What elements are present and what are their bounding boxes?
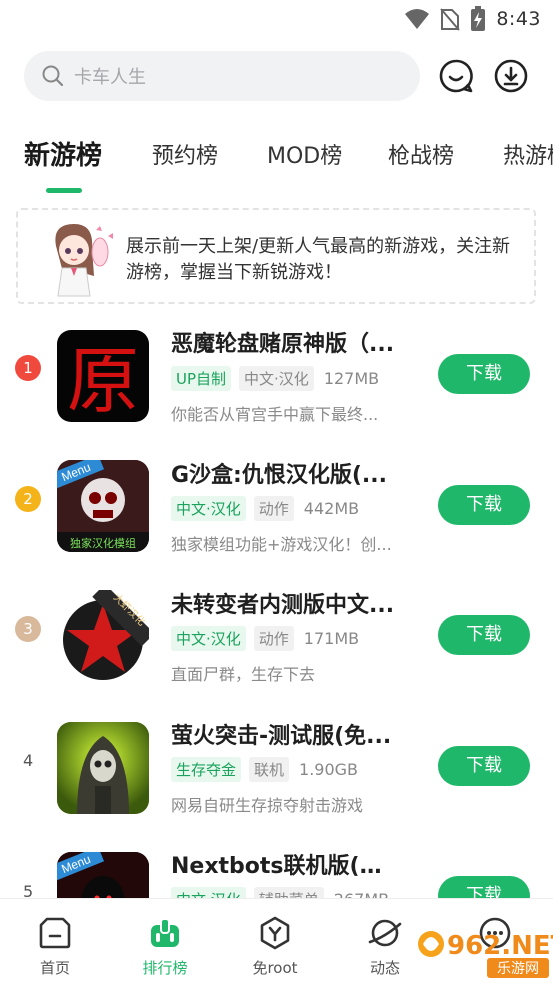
site-watermark: 962.NET 乐游网 xyxy=(418,931,553,978)
nav-no-root[interactable]: 免root xyxy=(220,899,330,984)
app-icon-art: 大虾汉化 xyxy=(63,590,149,680)
status-icons: 8:43 xyxy=(404,6,541,32)
tab-reservations[interactable]: 预约榜 xyxy=(152,138,218,170)
list-item[interactable]: 4 萤火突击-测试服(免... 生存夺金 联机 1.90GB 网易自研生存掠夺射… xyxy=(0,702,553,832)
app-icon-glyph: 原 xyxy=(67,339,139,422)
app-icon-art xyxy=(57,722,149,814)
tab-indicator xyxy=(46,188,82,193)
tag-row: 中文·汉化 动作 442MB xyxy=(171,495,359,521)
download-manager-icon[interactable] xyxy=(493,58,529,94)
app-icon-text: 独家汉化模组 xyxy=(70,536,136,550)
tab-hot-games[interactable]: 热游榜 xyxy=(503,138,553,170)
watermark-brand: 962.NET xyxy=(447,931,553,961)
status-bar: 8:43 xyxy=(0,0,553,40)
app-title[interactable]: 恶魔轮盘赌原神版（... xyxy=(171,326,403,358)
app-desc: 网易自研生存掠夺射击游戏 xyxy=(171,796,364,815)
rank-number: 4 xyxy=(23,751,34,770)
clock: 8:43 xyxy=(496,8,541,30)
download-button[interactable]: 下载 xyxy=(438,746,530,786)
tab-shooter[interactable]: 枪战榜 xyxy=(388,138,454,170)
tag-row: UP自制 中文·汉化 127MB xyxy=(171,365,379,391)
hexagon-y-icon xyxy=(260,916,290,950)
info-text: 展示前一天上架/更新人气最高的新游戏，关注新游榜，掌握当下新锐游戏！ xyxy=(126,236,511,283)
app-desc: 你能否从宵宫手中赢下最终... xyxy=(171,405,379,424)
rank-badge: 2 xyxy=(15,486,41,512)
home-icon xyxy=(39,917,71,949)
app-title[interactable]: 萤火突击-测试服(免... xyxy=(171,718,403,750)
nav-label: 免root xyxy=(252,959,298,977)
app-size: 127MB xyxy=(323,368,380,388)
battery-charging-icon xyxy=(471,6,486,31)
tag: 中文·汉化 xyxy=(239,365,314,391)
app-icon[interactable]: 原 xyxy=(57,330,149,422)
wifi-icon xyxy=(405,9,430,29)
app-icon-art: 原 xyxy=(67,339,139,422)
download-button[interactable]: 下载 xyxy=(438,354,530,394)
tag: 动作 xyxy=(253,625,294,651)
nav-label: 首页 xyxy=(39,959,70,977)
app-desc: 直面尸群，生存下去 xyxy=(171,665,316,684)
list-item[interactable]: 3 大虾汉化 未转变者内测版中文... 中文·汉化 动作 171MB 直面尸群，… xyxy=(0,572,553,702)
ranking-tabs: 新游榜 预约榜 MOD榜 枪战榜 热游榜 xyxy=(0,128,553,193)
app-size: 171MB xyxy=(303,628,360,648)
list-item[interactable]: 1 原 恶魔轮盘赌原神版（... UP自制 中文·汉化 127MB 你能否从宵宫… xyxy=(0,312,553,442)
watermark-sub: 乐游网 xyxy=(497,961,539,977)
no-sim-icon xyxy=(440,8,461,31)
search-input[interactable]: 卡车人生 xyxy=(24,51,420,101)
search-placeholder: 卡车人生 xyxy=(74,67,146,88)
planet-icon xyxy=(368,919,402,947)
nav-label: 排行榜 xyxy=(142,959,188,977)
tab-new-games[interactable]: 新游榜 xyxy=(24,135,102,172)
app-size: 442MB xyxy=(303,498,360,518)
app-icon[interactable]: 独家汉化模组 Menu xyxy=(57,460,149,552)
tag: UP自制 xyxy=(171,365,232,391)
app-size: 1.90GB xyxy=(299,759,359,779)
tag-row: 生存夺金 联机 1.90GB xyxy=(171,756,358,782)
tag: 中文·汉化 xyxy=(171,625,246,651)
message-icon[interactable] xyxy=(438,58,474,94)
tag: 中文·汉化 xyxy=(171,495,246,521)
app-title[interactable]: G沙盒:仇恨汉化版(... xyxy=(171,457,403,489)
tag: 联机 xyxy=(249,756,290,782)
app-icon[interactable]: 大虾汉化 xyxy=(57,590,149,682)
app-desc: 独家模组功能+游戏汉化！创... xyxy=(171,535,392,554)
rank-badge: 1 xyxy=(15,355,41,381)
tag: 生存夺金 xyxy=(171,756,242,782)
app-title[interactable]: Nextbots联机版(添... xyxy=(171,848,403,880)
search-icon xyxy=(42,65,64,87)
nav-home[interactable]: 首页 xyxy=(0,899,110,984)
app-title[interactable]: 未转变者内测版中文... xyxy=(171,587,403,619)
rank-badge: 3 xyxy=(15,616,41,642)
mascot-illustration xyxy=(55,224,113,297)
tag-row: 中文·汉化 动作 171MB xyxy=(171,625,359,651)
download-button[interactable]: 下载 xyxy=(438,485,530,525)
nav-ranking[interactable]: 排行榜 xyxy=(110,899,220,984)
ranking-icon xyxy=(151,918,179,947)
info-banner: 展示前一天上架/更新人气最高的新游戏，关注新游榜，掌握当下新锐游戏！ xyxy=(16,208,536,304)
app-icon[interactable] xyxy=(57,722,149,814)
download-button[interactable]: 下载 xyxy=(438,615,530,655)
list-item[interactable]: 2 独家汉化模组 Menu G沙盒:仇恨汉化版(... 中文·汉化 动作 442… xyxy=(0,442,553,572)
tab-mod[interactable]: MOD榜 xyxy=(267,138,342,170)
tag: 动作 xyxy=(253,495,294,521)
